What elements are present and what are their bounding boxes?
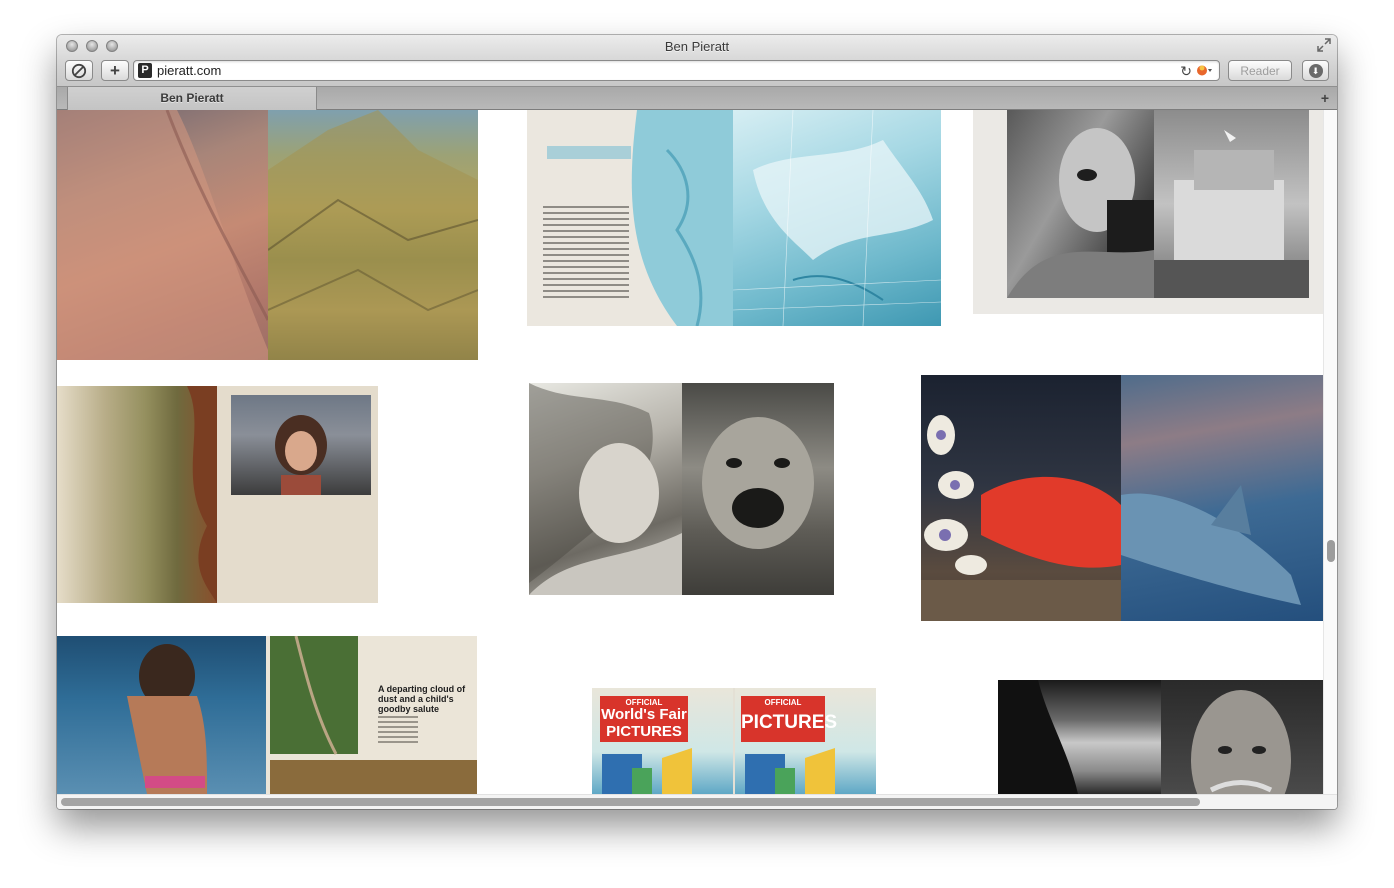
plus-icon: + [110, 61, 120, 80]
still-life-photo [1154, 110, 1309, 298]
browser-window: Ben Pieratt + P pieratt.com ↻ Reader ⬇ B… [57, 35, 1337, 809]
old-man-portrait [1161, 680, 1323, 794]
collage-desert[interactable] [57, 110, 478, 360]
canyon-photo [268, 110, 478, 360]
bulletin-page: A departing cloud of dust and a child's … [266, 636, 477, 794]
book-page [527, 110, 733, 326]
dune-photo [57, 110, 268, 360]
collage-map[interactable] [527, 110, 941, 326]
content-blocker-button[interactable] [65, 60, 93, 81]
add-bookmark-button[interactable]: + [101, 60, 129, 81]
page-content: A departing cloud of dust and a child's … [57, 110, 1323, 794]
downloads-button[interactable]: ⬇ [1302, 60, 1329, 81]
cubist-face-photo [1007, 110, 1154, 298]
new-tab-icon[interactable]: + [1321, 90, 1329, 106]
site-favicon: P [138, 63, 152, 78]
shark-photo [1121, 375, 1323, 621]
collage-woman-cub[interactable] [529, 383, 834, 595]
hair-photo [57, 386, 217, 603]
clouds-photo [998, 680, 1161, 794]
worlds-fair-cover-left: OFFICIAL World's Fair PICTURES [592, 688, 733, 794]
globe-map [733, 110, 941, 326]
fullscreen-icon[interactable] [1317, 38, 1331, 52]
title-bar: Ben Pieratt + P pieratt.com ↻ Reader ⬇ [57, 35, 1337, 87]
lion-cub-photo [682, 383, 834, 595]
collage-portrait-paper[interactable] [973, 110, 1323, 314]
address-bar[interactable]: P pieratt.com ↻ [133, 60, 1220, 81]
tab-ben-pieratt[interactable]: Ben Pieratt [67, 87, 317, 110]
vertical-scroll-thumb[interactable] [1327, 540, 1335, 562]
collage-hair-portrait[interactable] [57, 386, 378, 603]
shrimp-photo [921, 375, 1121, 621]
tab-bar: Ben Pieratt + [57, 87, 1337, 110]
extension-icon[interactable] [1195, 63, 1213, 78]
poster-title-left: World's Fair [601, 706, 687, 723]
horizontal-scrollbar[interactable] [57, 794, 1337, 809]
swimmer-photo [57, 636, 266, 794]
collage-sea-life[interactable] [921, 375, 1323, 621]
bulletin-caption: A departing cloud of dust and a child's … [378, 684, 466, 714]
horizontal-scroll-thumb[interactable] [61, 798, 1200, 806]
reload-icon[interactable]: ↻ [1180, 63, 1192, 80]
collage-swimmer-bulletin[interactable]: A departing cloud of dust and a child's … [57, 636, 477, 794]
url-text[interactable]: pieratt.com [157, 63, 221, 78]
woman-smiling-photo [529, 383, 682, 595]
portrait-in-frame [231, 395, 371, 495]
download-icon: ⬇ [1308, 63, 1323, 78]
collage-worlds-fair[interactable]: OFFICIAL World's Fair PICTURES OFFICIAL … [592, 688, 876, 794]
no-entry-icon [71, 63, 87, 78]
worlds-fair-cover-right: OFFICIAL PICTURES [735, 688, 876, 794]
reader-button[interactable]: Reader [1228, 60, 1292, 81]
window-title: Ben Pieratt [664, 39, 730, 54]
poster-subtitle-left: PICTURES [606, 723, 682, 740]
vertical-scrollbar[interactable] [1323, 110, 1337, 794]
collage-clouds-man[interactable] [998, 680, 1323, 794]
poster-title-right: PICTURES [741, 712, 838, 733]
